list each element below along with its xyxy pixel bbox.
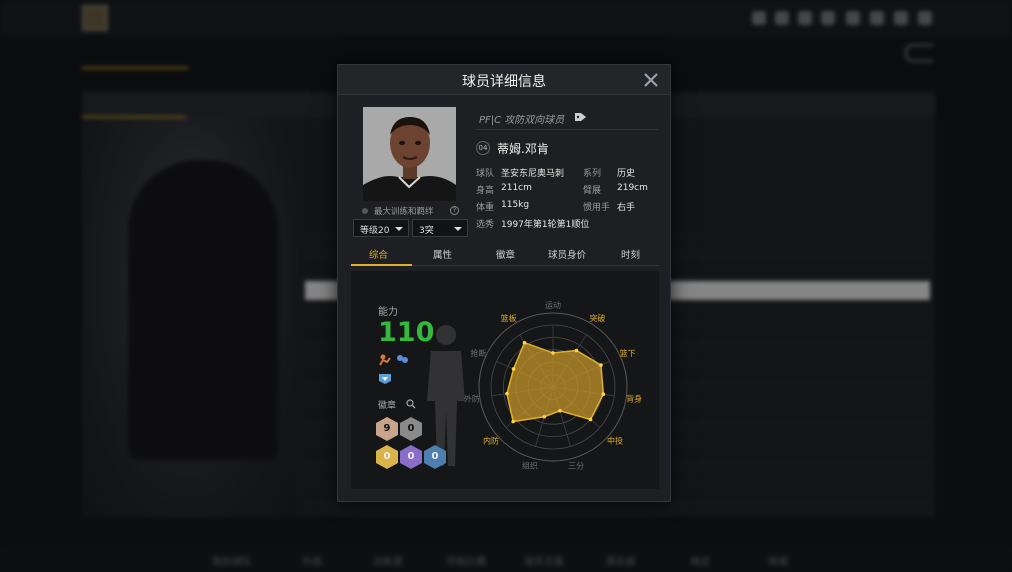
tab-value[interactable]: 球员身价 [548, 247, 586, 261]
player-portrait [363, 107, 456, 201]
exit-icon [918, 11, 932, 25]
ability-label: 能力 [378, 307, 398, 318]
radar-axis-label: 运动 [545, 300, 561, 310]
search-icon[interactable] [406, 399, 416, 409]
tab-overview[interactable]: 综合 [369, 247, 388, 261]
radar-axis-label: 篮下 [620, 348, 636, 358]
radar-axis-label: 篮板 [501, 313, 517, 323]
jersey-number: 04 [476, 141, 490, 155]
bg-tab-underline [82, 67, 188, 69]
badge-hex[interactable]: 0 [376, 445, 398, 469]
share-icon [894, 11, 908, 25]
bottom-nav-item: 我的球队 [212, 557, 252, 568]
bottom-nav-item: 训练营 [373, 557, 403, 568]
break-select-value: 3突 [419, 226, 434, 236]
radar-point [542, 414, 547, 419]
chevron-down-icon [395, 227, 403, 231]
user-icon [752, 11, 766, 25]
overview-content: 能力 110 徽章 9 0 0 0 0 运动 突破 篮下 背身 中投 三分 组织 内防 外防 抢断… [351, 271, 659, 489]
settings-icon [846, 11, 860, 25]
radar-axis-label: 三分 [568, 462, 584, 471]
close-button[interactable] [643, 72, 659, 88]
radar-point [599, 363, 603, 367]
back-icon [905, 44, 933, 62]
info-series: 系列 历史 [583, 169, 636, 179]
bottom-nav-item: 球员交易 [524, 557, 564, 568]
bottom-nav-item: 俱乐部 [606, 557, 636, 568]
badge-label: 徽章 [378, 401, 397, 411]
bottom-nav: 我的球队 升级 训练营 开始比赛 球员交易 俱乐部 商店 商城 [0, 545, 1012, 572]
position-line: PF|C 攻防双向球员 [479, 115, 565, 126]
chevron-down-icon [454, 227, 462, 231]
radar-axis-label: 内防 [483, 436, 499, 446]
level-select-value: 等级20 [360, 226, 390, 236]
tab-attributes[interactable]: 属性 [433, 247, 452, 261]
radar-point [588, 417, 593, 422]
radar-point [505, 391, 509, 396]
radar-axis-label: 外防 [464, 394, 480, 404]
defense-skill-icon[interactable] [395, 354, 409, 366]
ability-value: 110 [378, 317, 435, 348]
bottom-nav-item: 升级 [302, 557, 322, 568]
radar-axis-label: 抢断 [470, 348, 486, 358]
tab-moments[interactable]: 时刻 [621, 247, 640, 261]
close-icon [644, 73, 658, 87]
break-select[interactable]: 3突 [412, 219, 468, 237]
diamond-badge-icon[interactable] [378, 373, 392, 385]
help-icon[interactable]: ? [450, 206, 459, 215]
radar-point [601, 392, 606, 397]
info-weight: 体重 115kg [476, 200, 530, 213]
badge-hex[interactable]: 9 [376, 417, 398, 441]
radar-point [551, 351, 555, 355]
trainer-dot-icon [362, 208, 368, 214]
player-detail-modal: 球员详细信息 最大训练和羁绊 ? 等级20 3突 PF|C 攻防双向球员 04 … [337, 64, 671, 502]
radar-point [558, 408, 562, 413]
active-tab-underline [351, 264, 412, 266]
radar-point [522, 340, 527, 345]
detail-tabs: 综合 属性 徽章 球员身价 时刻 [351, 244, 659, 266]
badge-hex[interactable]: 0 [400, 445, 422, 469]
trainer-row: 最大训练和羁绊 ? [362, 205, 462, 217]
bottom-nav-item: 开始比赛 [446, 557, 486, 568]
ability-radar-chart: 运动突破篮下背身中投三分 组织 内防 外防 抢断 篮板 [464, 300, 642, 471]
tab-badges[interactable]: 徽章 [496, 247, 515, 261]
bottom-nav-item: 商城 [768, 557, 788, 568]
team-icon [775, 11, 789, 25]
radar-point [511, 367, 516, 371]
player-name: 蒂姆.邓肯 [497, 142, 549, 156]
friends-icon [798, 11, 812, 25]
chat-icon [870, 11, 884, 25]
dunk-skill-icon[interactable] [378, 354, 392, 366]
info-height: 身高 211cm [476, 183, 532, 196]
divider [476, 129, 658, 130]
modal-title: 球员详细信息 [462, 74, 546, 90]
video-icon [821, 11, 835, 25]
radar-axis-label: 中投 [607, 436, 623, 446]
radar-axis-label: 组织 [522, 461, 538, 471]
tag-icon [575, 113, 586, 121]
info-team: 球队 圣安东尼奥马刺 [476, 169, 565, 179]
info-wingspan: 臂展 219cm [583, 183, 648, 196]
radar-area [506, 341, 605, 423]
badge-hex[interactable]: 0 [400, 417, 422, 441]
user-avatar [82, 5, 108, 31]
bottom-nav-item: 商店 [690, 557, 710, 568]
radar-axis-label: 背身 [626, 394, 642, 404]
trainer-label: 最大训练和羁绊 [374, 207, 434, 217]
info-draft: 选秀 1997年第1轮第1顺位 [476, 220, 590, 230]
level-select[interactable]: 等级20 [353, 219, 409, 237]
radar-point [511, 419, 515, 424]
info-hand: 惯用手 右手 [583, 203, 636, 213]
radar-axis-label: 突破 [589, 313, 605, 323]
top-bar [0, 0, 1012, 36]
bg-player-silhouette [128, 160, 278, 460]
radar-point [574, 348, 579, 353]
modal-header: 球员详细信息 [338, 65, 670, 95]
